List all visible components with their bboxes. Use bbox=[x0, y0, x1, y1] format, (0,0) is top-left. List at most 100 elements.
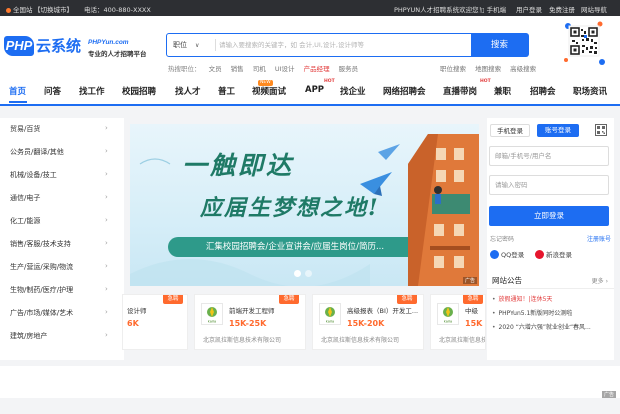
job-salary: 15K-25K bbox=[229, 319, 267, 328]
more-link[interactable]: 更多 › bbox=[592, 276, 608, 285]
chevron-right-icon: › bbox=[105, 170, 108, 178]
urgent-badge: 急聘 bbox=[397, 295, 417, 304]
hero-banner[interactable]: 一触即达 应届生梦想之地! 汇集校园招聘会/企业宣讲会/应届生岗位/简历... … bbox=[130, 124, 479, 286]
chevron-right-icon: › bbox=[105, 124, 108, 132]
job-card[interactable]: 急聘 kaila 高级报表（BI）开发工... 15K-20K 北京凯拉斯信息技… bbox=[312, 294, 424, 350]
svg-text:kaila: kaila bbox=[326, 320, 334, 324]
search-input[interactable] bbox=[219, 37, 469, 53]
logo-yun-text: 云系统 bbox=[36, 37, 82, 55]
job-card[interactable]: 急聘 设计师 6K bbox=[122, 294, 188, 350]
main-nav: 首页 问答 找工作 校园招聘 找人才 普工 视频面试 NEW APP HOT 找… bbox=[0, 78, 620, 106]
announcement-item[interactable]: • PHPYun5.1新版同时公测啦 bbox=[492, 308, 610, 317]
category-item[interactable]: 广告/市场/媒体/艺术 bbox=[10, 308, 73, 318]
job-title: 中级 bbox=[465, 307, 478, 315]
tab-account-login[interactable]: 账号登录 bbox=[537, 124, 579, 137]
job-salary: 15K bbox=[465, 319, 483, 328]
nav-live[interactable]: 直播带岗 bbox=[443, 85, 477, 97]
username-input[interactable] bbox=[489, 146, 609, 166]
qq-icon bbox=[490, 250, 499, 259]
map-search-link[interactable]: 地图搜索 bbox=[475, 65, 501, 73]
nav-career-news[interactable]: 职场资讯 bbox=[573, 85, 607, 97]
nav-find-job[interactable]: 找工作 bbox=[79, 85, 105, 97]
mobile-icon: ▯ bbox=[481, 6, 485, 14]
job-salary: 15K-20K bbox=[347, 319, 385, 328]
mobile-link[interactable]: ▯ 手机端 bbox=[481, 4, 506, 14]
nav-home[interactable]: 首页 bbox=[9, 85, 26, 97]
category-item[interactable]: 通信/电子 bbox=[10, 193, 40, 203]
register-link[interactable]: 免费注册 bbox=[549, 4, 575, 14]
announcement-title: 网站公告 bbox=[492, 276, 522, 285]
chevron-right-icon: › bbox=[105, 308, 108, 316]
nav-campus[interactable]: 校园招聘 bbox=[122, 85, 156, 97]
nav-app[interactable]: APP bbox=[305, 85, 324, 95]
category-item[interactable]: 生物/制药/医疗/护理 bbox=[10, 285, 73, 295]
nav-job-fair[interactable]: 招聘会 bbox=[530, 85, 556, 97]
qr-login-icon[interactable] bbox=[595, 124, 607, 136]
announcement-item[interactable]: • 2020 “六增六强”就业创业“春风... bbox=[492, 322, 610, 331]
user-login-link[interactable]: 用户登录 bbox=[516, 4, 542, 14]
search-bar: 职位∨ 搜索 bbox=[166, 32, 529, 57]
category-item[interactable]: 公务员/翻译/其他 bbox=[10, 147, 64, 157]
welcome-text: PHPYUN人才招聘系统欢迎您！ bbox=[394, 6, 486, 14]
login-panel: 手机登录 账号登录 立即登录 忘记密码 注册账号 QQ登录 新浪登录 bbox=[487, 118, 614, 274]
banner-strip: 汇集校园招聘会/企业宣讲会/应届生岗位/简历... bbox=[168, 237, 422, 257]
site-selector[interactable]: 全国站 bbox=[6, 4, 33, 14]
chevron-right-icon: › bbox=[605, 278, 608, 285]
svg-text:kaila: kaila bbox=[444, 320, 452, 324]
switch-city-link[interactable]: 【切换城市】 bbox=[34, 4, 73, 14]
advanced-search-link[interactable]: 高级搜索 bbox=[510, 65, 536, 73]
job-search-link[interactable]: 职位搜索 bbox=[440, 65, 466, 73]
top-bar: 全国站 【切换城市】 电话：400-880-XXXX PHPYUN人才招聘系统欢… bbox=[0, 0, 620, 16]
nav-general-worker[interactable]: 普工 bbox=[218, 85, 235, 97]
forgot-password-link[interactable]: 忘记密码 bbox=[490, 234, 514, 243]
announcement-item[interactable]: • 放假通知！|连休5天 bbox=[492, 294, 610, 303]
category-item[interactable]: 生产/营运/采购/物流 bbox=[10, 262, 73, 272]
site-nav-link[interactable]: 网站导航 bbox=[581, 4, 607, 14]
job-title: 高级报表（BI）开发工... bbox=[347, 307, 419, 315]
search-divider bbox=[215, 39, 216, 51]
job-card[interactable]: 急聘 kaila 中级 15K 北京凯拉斯信息技 bbox=[430, 294, 486, 350]
carousel-dot[interactable] bbox=[305, 270, 312, 277]
chevron-right-icon: › bbox=[105, 239, 108, 247]
password-input[interactable] bbox=[489, 175, 609, 195]
hot-search-item[interactable]: 司机 bbox=[253, 65, 266, 73]
company-logo: kaila bbox=[437, 303, 459, 325]
hot-search-item[interactable]: 产品经理 bbox=[304, 65, 330, 73]
urgent-badge: 急聘 bbox=[463, 295, 483, 304]
bottom-ad-banner[interactable] bbox=[0, 366, 620, 398]
register-account-link[interactable]: 注册账号 bbox=[587, 234, 611, 243]
job-title: 前端开发工程师 bbox=[229, 307, 275, 315]
job-company: 北京凯拉斯信息技 bbox=[439, 337, 486, 344]
qq-login-button[interactable]: QQ登录 bbox=[490, 249, 524, 259]
hot-badge: HOT bbox=[480, 79, 491, 84]
quick-search-links: 职位搜索 地图搜索 高级搜索 bbox=[440, 63, 543, 73]
nav-find-talent[interactable]: 找人才 bbox=[175, 85, 201, 97]
category-item[interactable]: 建筑/房地产 bbox=[10, 331, 47, 341]
nav-qa[interactable]: 问答 bbox=[44, 85, 61, 97]
nav-find-company[interactable]: 找企业 bbox=[340, 85, 366, 97]
hot-search-item[interactable]: 服务员 bbox=[339, 65, 359, 73]
category-item[interactable]: 贸易/百货 bbox=[10, 124, 40, 134]
nav-online-fair[interactable]: 网络招聘会 bbox=[383, 85, 426, 97]
company-logo: kaila bbox=[201, 303, 223, 325]
weibo-icon bbox=[535, 250, 544, 259]
new-badge: NEW bbox=[258, 80, 273, 86]
urgent-badge: 急聘 bbox=[279, 295, 299, 304]
nav-part-time[interactable]: 兼职 bbox=[494, 85, 511, 97]
hot-search-item[interactable]: 销售 bbox=[231, 65, 244, 73]
site-logo[interactable]: PHP 云系统 PHPYun.com 专业的人才招聘平台 bbox=[4, 36, 154, 58]
category-item[interactable]: 销售/客服/技术支持 bbox=[10, 239, 71, 249]
search-type-select[interactable]: 职位 ∨ bbox=[173, 40, 199, 50]
hot-search-item[interactable]: 文员 bbox=[209, 65, 222, 73]
login-button[interactable]: 立即登录 bbox=[489, 206, 609, 226]
category-item[interactable]: 机械/设备/技工 bbox=[10, 170, 57, 180]
logo-url: PHPYun.com bbox=[88, 39, 129, 46]
search-button[interactable]: 搜索 bbox=[470, 32, 529, 57]
category-item[interactable]: 化工/能源 bbox=[10, 216, 40, 226]
job-card[interactable]: 急聘 kaila 前端开发工程师 15K-25K 北京凯拉斯信息技术有限公司 bbox=[194, 294, 306, 350]
hot-search-item[interactable]: UI设计 bbox=[275, 65, 295, 73]
tab-phone-login[interactable]: 手机登录 bbox=[490, 124, 530, 137]
nav-video-interview[interactable]: 视频面试 bbox=[252, 85, 286, 97]
carousel-dot[interactable] bbox=[294, 270, 301, 277]
weibo-login-button[interactable]: 新浪登录 bbox=[535, 249, 572, 259]
